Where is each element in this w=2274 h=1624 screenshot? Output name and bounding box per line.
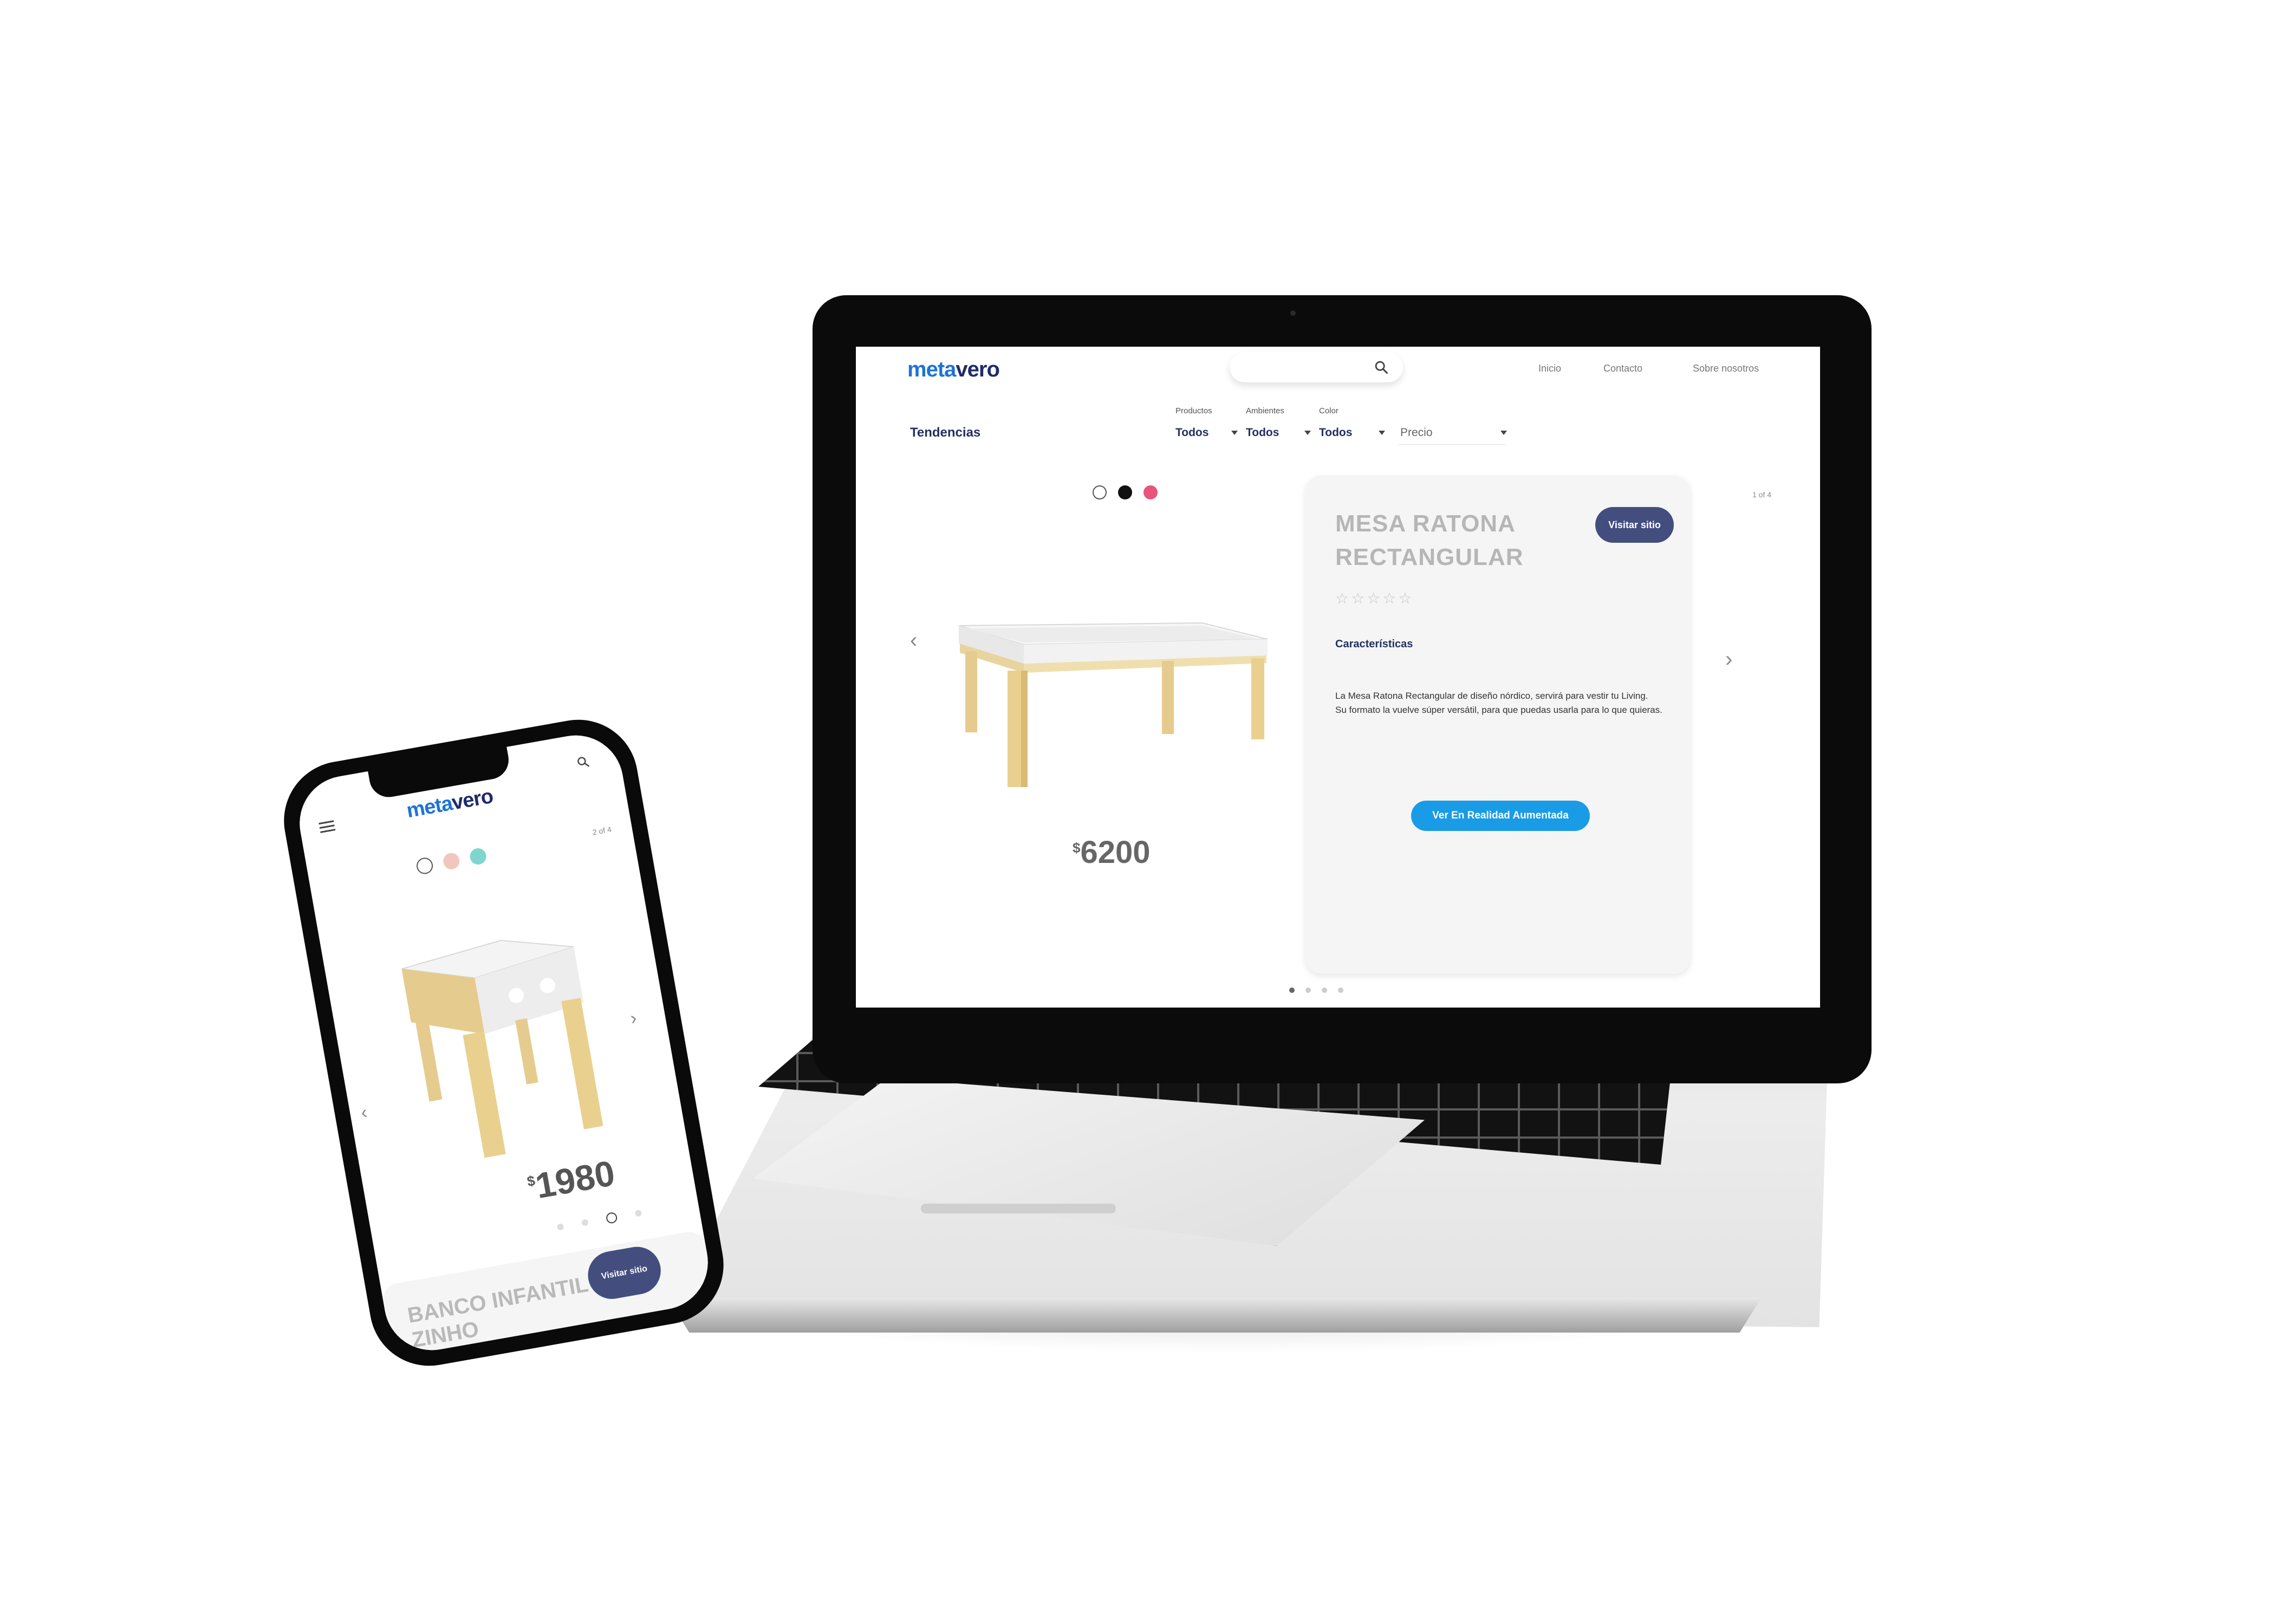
product-image-mesa-ratona[interactable] — [948, 601, 1284, 818]
price-amount: 6200 — [1080, 835, 1151, 870]
search-icon[interactable] — [1374, 360, 1389, 375]
product-title: MESA RATONA RECTANGULAR — [1335, 510, 1524, 570]
logo-part-vero: vero — [450, 784, 495, 815]
page-counter: 1 of 4 — [1752, 490, 1772, 499]
carousel-dot[interactable] — [634, 1209, 642, 1217]
filter-color[interactable]: Todos — [1319, 426, 1352, 439]
price-amount: 1980 — [532, 1152, 618, 1206]
section-title: Tendencias — [910, 425, 981, 440]
laptop-screen: metavero Inicio Contacto Sobre nosotros … — [856, 347, 1820, 1008]
smartphone: metavero 2 of 4 ‹ › $1980 BANCO INFANTIL… — [274, 710, 733, 1375]
carousel-dot[interactable] — [605, 1211, 618, 1224]
features-heading: Características — [1335, 638, 1413, 650]
chevron-right-icon[interactable]: › — [629, 1008, 639, 1029]
filter-label-ambientes: Ambientes — [1246, 406, 1284, 415]
carousel-dot[interactable] — [556, 1223, 564, 1231]
color-swatch-mint[interactable] — [469, 847, 488, 866]
product-price: $6200 — [1073, 834, 1151, 871]
carousel-dot[interactable] — [1305, 988, 1311, 993]
logo-part-vero: vero — [956, 358, 999, 381]
page-counter: 2 of 4 — [592, 824, 612, 837]
chevron-down-icon[interactable] — [1500, 431, 1507, 435]
description-line-2: Su formato la vuelve súper versátil, par… — [1335, 705, 1662, 715]
filter-productos[interactable]: Todos — [1175, 426, 1209, 439]
nav-sobre-nosotros[interactable]: Sobre nosotros — [1693, 363, 1759, 374]
carousel-dot[interactable] — [581, 1219, 589, 1226]
chevron-right-icon[interactable]: › — [1725, 647, 1732, 672]
menu-icon[interactable] — [319, 820, 336, 834]
filter-label-color: Color — [1319, 406, 1339, 415]
nav-inicio[interactable]: Inicio — [1538, 363, 1561, 374]
chevron-down-icon[interactable] — [1231, 431, 1238, 435]
carousel-dot[interactable] — [1322, 988, 1327, 993]
color-swatch-black[interactable] — [1118, 485, 1132, 499]
search-input[interactable] — [1230, 352, 1403, 382]
chevron-down-icon[interactable] — [1379, 431, 1385, 435]
visit-site-button[interactable]: Visitar sitio — [1595, 507, 1674, 543]
ar-view-button[interactable]: Ver En Realidad Aumentada — [1411, 801, 1590, 831]
product-description: La Mesa Ratona Rectangular de diseño nór… — [1335, 690, 1682, 718]
logo-part-meta: meta — [405, 792, 454, 823]
divider — [1398, 444, 1506, 445]
carousel-dots — [1289, 988, 1343, 993]
laptop-lip — [921, 1204, 1116, 1213]
star-icon[interactable]: ☆☆☆☆☆ — [1335, 589, 1414, 607]
laptop-base-edge — [667, 1297, 1762, 1333]
carousel-dot[interactable] — [1289, 988, 1295, 993]
filter-precio[interactable]: Precio — [1400, 426, 1433, 439]
color-swatch-pink[interactable] — [1144, 485, 1158, 499]
price-currency: $ — [1073, 840, 1081, 856]
carousel-dots — [556, 1207, 642, 1233]
product-price: $1980 — [524, 1152, 618, 1208]
product-card: MESA RATONA RECTANGULAR Visitar sitio ☆☆… — [1305, 476, 1690, 974]
nav-contacto[interactable]: Contacto — [1603, 363, 1642, 374]
chevron-left-icon[interactable]: ‹ — [910, 628, 917, 653]
chevron-down-icon[interactable] — [1304, 431, 1311, 435]
description-line-1: La Mesa Ratona Rectangular de diseño nór… — [1335, 691, 1648, 701]
color-swatch-white[interactable] — [1093, 485, 1107, 499]
color-swatch-white[interactable] — [415, 856, 434, 875]
brand-logo[interactable]: metavero — [907, 358, 1000, 382]
logo-part-meta: meta — [907, 358, 956, 381]
color-swatch-peach[interactable] — [441, 852, 461, 871]
filter-ambientes[interactable]: Todos — [1246, 426, 1279, 439]
product-image-banco-infantil[interactable] — [393, 914, 624, 1172]
chevron-left-icon[interactable]: ‹ — [359, 1102, 369, 1123]
filter-label-productos: Productos — [1175, 406, 1212, 415]
carousel-dot[interactable] — [1338, 988, 1343, 993]
phone-screen: metavero 2 of 4 ‹ › $1980 BANCO INFANTIL… — [292, 727, 716, 1358]
search-icon[interactable] — [575, 755, 590, 770]
camera-icon — [1290, 310, 1296, 316]
